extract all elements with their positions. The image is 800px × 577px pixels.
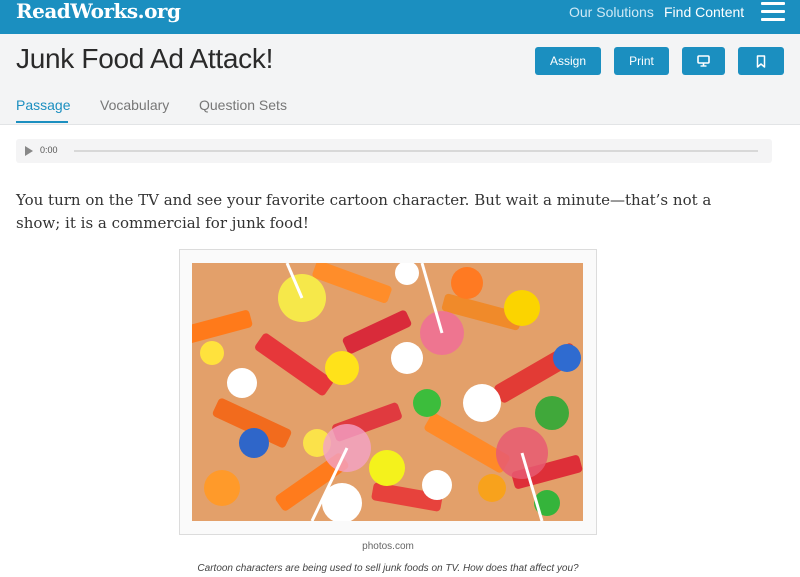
readworks-logo[interactable]: ReadWorks.org [16, 0, 181, 24]
audio-player: 0:00 [16, 139, 772, 163]
page-title: Junk Food Ad Attack! [16, 43, 274, 74]
present-button[interactable] [682, 47, 725, 75]
audio-progress-track[interactable] [74, 150, 758, 152]
tab-vocabulary[interactable]: Vocabulary [100, 97, 169, 121]
figure-caption: Cartoon characters are being used to sel… [197, 563, 579, 574]
assign-button[interactable]: Assign [535, 47, 601, 75]
bookmark-icon [756, 54, 766, 68]
play-icon[interactable] [25, 146, 33, 156]
passage-paragraph: You turn on the TV and see your favorite… [16, 191, 712, 232]
tab-question-sets[interactable]: Question Sets [199, 97, 287, 121]
monitor-icon [697, 55, 710, 67]
photo-credit: photos.com [362, 541, 414, 552]
tab-passage[interactable]: Passage [16, 97, 70, 123]
nav-find-content[interactable]: Find Content [664, 4, 744, 20]
top-navbar: ReadWorks.org Our Solutions Find Content [0, 0, 800, 34]
audio-time: 0:00 [40, 145, 58, 155]
bookmark-button[interactable] [738, 47, 784, 75]
candy-photo [192, 263, 583, 521]
hamburger-icon[interactable] [761, 2, 785, 22]
print-button[interactable]: Print [614, 47, 669, 75]
nav-our-solutions[interactable]: Our Solutions [569, 4, 654, 20]
